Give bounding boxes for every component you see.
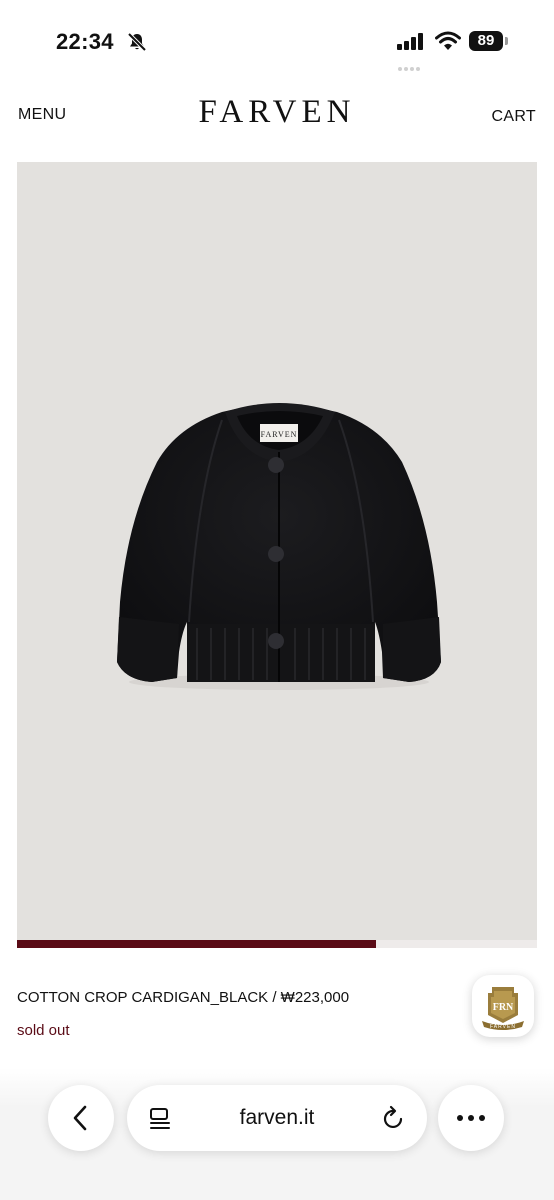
stock-status: sold out: [17, 1022, 70, 1039]
chevron-left-icon: [73, 1105, 87, 1131]
farven-seal-icon: FRN FARVEN: [482, 987, 524, 1030]
brand-badge-button[interactable]: FRN FARVEN: [472, 975, 534, 1037]
gallery-progress-fill: [17, 940, 376, 948]
back-button[interactable]: [48, 1085, 114, 1151]
product-image[interactable]: FARVEN: [17, 162, 537, 940]
seal-brand-text: FARVEN: [490, 1024, 516, 1030]
brand-logo[interactable]: FARVEN: [0, 94, 554, 131]
reload-icon[interactable]: [379, 1104, 407, 1132]
address-bar[interactable]: farven.it: [127, 1085, 427, 1151]
wifi-icon: [435, 31, 461, 50]
bell-slash-icon: [127, 32, 147, 52]
site-header: MENU FARVEN CART: [0, 84, 554, 158]
product-title-price: COTTON CROP CARDIGAN_BLACK / ₩223,000: [17, 989, 350, 1006]
cardigan-illustration: FARVEN: [117, 403, 441, 690]
gallery-progress-bar[interactable]: [17, 940, 537, 948]
cart-button[interactable]: CART: [492, 108, 536, 126]
drag-handle: [398, 58, 424, 71]
seal-monogram: FRN: [493, 1002, 514, 1013]
garment-tag-text: FARVEN: [261, 430, 298, 439]
battery-level: 89: [469, 31, 503, 51]
battery-icon: 89: [469, 31, 508, 51]
status-time: 22:34: [56, 29, 114, 54]
status-bar: 22:34 89: [0, 0, 554, 84]
ellipsis-icon: [457, 1115, 485, 1121]
cellular-signal-icon: [397, 33, 423, 50]
more-options-button[interactable]: [438, 1085, 504, 1151]
